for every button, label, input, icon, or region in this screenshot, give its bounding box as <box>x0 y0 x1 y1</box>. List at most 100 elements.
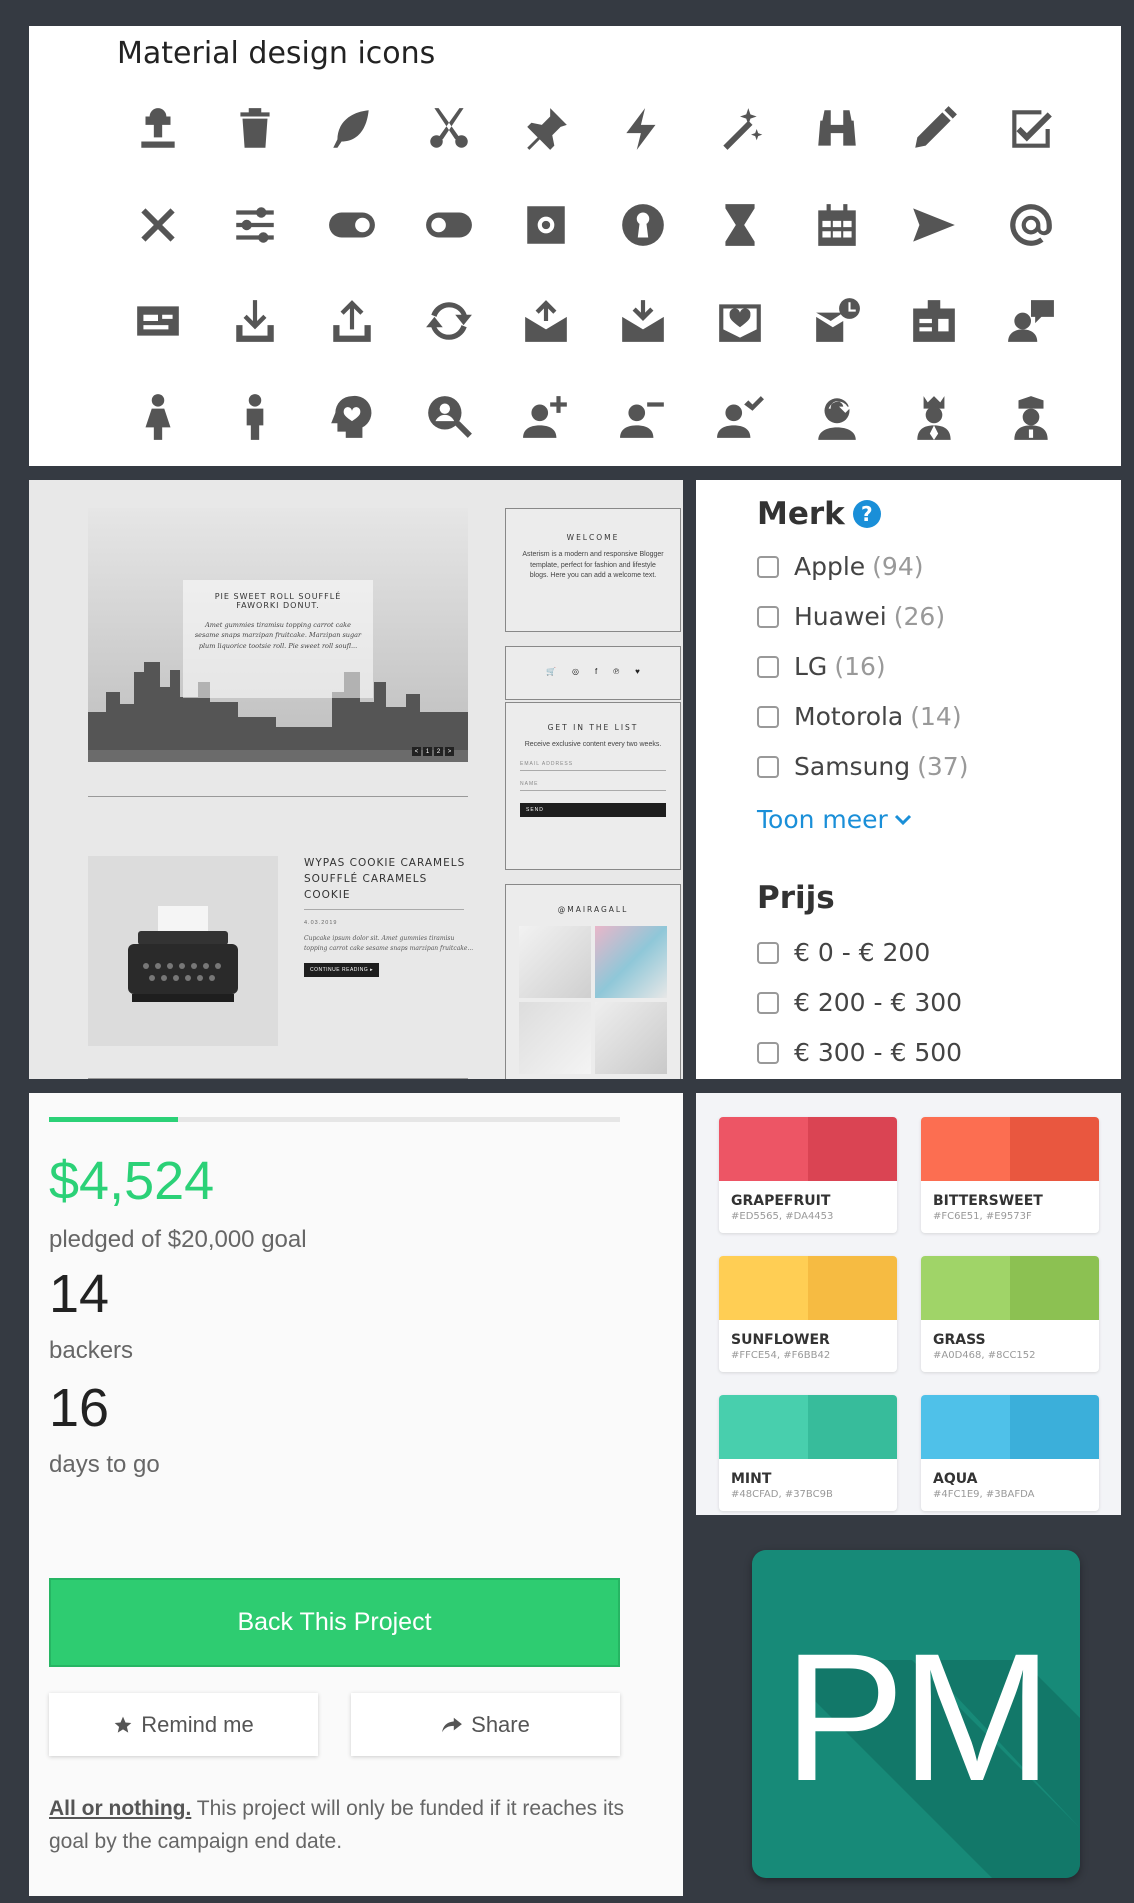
checkbox[interactable] <box>757 1041 779 1064</box>
typewriter-image[interactable] <box>88 856 278 1046</box>
icon-cell[interactable] <box>497 273 594 369</box>
icon-cell[interactable] <box>303 369 400 465</box>
icon-cell[interactable] <box>594 81 691 177</box>
price-range: € 0 - € 200 <box>794 938 931 967</box>
icon-cell[interactable] <box>788 177 885 273</box>
hero-excerpt: Amet gummies tiramisu topping carrot cak… <box>194 621 362 650</box>
instagram-photo[interactable] <box>519 1002 591 1074</box>
icon-cell[interactable] <box>982 81 1079 177</box>
icon-cell[interactable] <box>303 177 400 273</box>
icon-cell[interactable] <box>206 273 303 369</box>
swatch-grass[interactable]: GRASS #A0D468, #8CC152 <box>921 1256 1099 1372</box>
icon-cell[interactable] <box>400 81 497 177</box>
instagram-photo[interactable] <box>595 1002 667 1074</box>
checkbox[interactable] <box>757 941 779 964</box>
days-label: days to go <box>49 1451 160 1478</box>
swatch-grapefruit[interactable]: GRAPEFRUIT #ED5565, #DA4453 <box>719 1117 897 1233</box>
brand-option-lg[interactable]: LG (16) <box>757 652 886 681</box>
icon-cell[interactable] <box>109 81 206 177</box>
facebook-icon[interactable]: f <box>595 667 597 676</box>
icons-panel-title: Material design icons <box>117 36 436 71</box>
brand-option-huawei[interactable]: Huawei (26) <box>757 602 945 631</box>
checkbox[interactable] <box>757 605 779 628</box>
icon-cell[interactable] <box>594 273 691 369</box>
icon-cell[interactable] <box>400 273 497 369</box>
icon-cell[interactable] <box>982 177 1079 273</box>
icon-cell[interactable] <box>885 273 982 369</box>
remind-me-button[interactable]: Remind me <box>49 1693 318 1756</box>
icon-cell[interactable] <box>691 81 788 177</box>
icon-cell[interactable] <box>982 273 1079 369</box>
brand-option-apple[interactable]: Apple (94) <box>757 552 924 581</box>
icon-cell[interactable] <box>497 369 594 465</box>
icon-cell[interactable] <box>109 273 206 369</box>
swatch-light <box>719 1395 808 1459</box>
backers-label: backers <box>49 1337 134 1364</box>
icon-cell[interactable] <box>206 369 303 465</box>
swatch-dark <box>1010 1256 1099 1320</box>
cart-icon[interactable]: 🛒 <box>546 667 556 676</box>
icon-cell[interactable] <box>303 81 400 177</box>
brand-option-motorola[interactable]: Motorola (14) <box>757 702 962 731</box>
send-button[interactable]: SEND <box>520 802 666 817</box>
slider-prev[interactable]: < <box>412 747 421 756</box>
toggle-on-icon <box>328 212 375 238</box>
swatch-mint[interactable]: MINT #48CFAD, #37BC9B <box>719 1395 897 1511</box>
instagram-icon[interactable]: ◎ <box>572 667 579 676</box>
icon-cell[interactable] <box>594 177 691 273</box>
checkbox[interactable] <box>757 705 779 728</box>
back-project-button[interactable]: Back This Project <box>49 1578 620 1667</box>
checkbox[interactable] <box>757 991 779 1014</box>
continue-reading-button[interactable]: CONTINUE READING ▸ <box>304 963 380 978</box>
icon-cell[interactable] <box>206 177 303 273</box>
help-icon[interactable]: ? <box>852 500 881 528</box>
icon-cell[interactable] <box>497 177 594 273</box>
instagram-photo[interactable] <box>595 926 667 998</box>
icon-cell[interactable] <box>788 369 885 465</box>
icon-cell[interactable] <box>400 177 497 273</box>
icon-cell[interactable] <box>691 177 788 273</box>
email-field[interactable]: EMAIL ADDRESS <box>520 761 666 771</box>
slider-page[interactable]: 1 <box>423 747 432 756</box>
price-option[interactable]: € 200 - € 300 <box>757 988 962 1017</box>
icon-cell[interactable] <box>982 369 1079 465</box>
slider-next[interactable]: > <box>445 747 454 756</box>
instagram-photo[interactable] <box>519 926 591 998</box>
icon-cell[interactable] <box>885 177 982 273</box>
brand-option-samsung[interactable]: Samsung (37) <box>757 752 968 781</box>
icon-cell[interactable] <box>497 81 594 177</box>
icon-cell[interactable] <box>885 81 982 177</box>
icon-cell[interactable] <box>885 369 982 465</box>
name-field[interactable]: NAME <box>520 781 666 791</box>
icon-cell[interactable] <box>206 81 303 177</box>
checkbox[interactable] <box>757 555 779 578</box>
checkbox[interactable] <box>757 655 779 678</box>
icon-cell[interactable] <box>691 273 788 369</box>
icon-cell[interactable] <box>691 369 788 465</box>
hero-slide[interactable]: PIE SWEET ROLL SOUFFLÉ FAWORKI DONUT. Am… <box>88 508 468 762</box>
icon-cell[interactable] <box>594 369 691 465</box>
swatch-aqua[interactable]: AQUA #4FC1E9, #3BAFDA <box>921 1395 1099 1511</box>
hourglass-icon <box>724 204 755 246</box>
checkbox[interactable] <box>757 755 779 778</box>
backers-count: 14 <box>49 1264 110 1324</box>
share-button[interactable]: Share <box>351 1693 620 1756</box>
price-option[interactable]: € 300 - € 500 <box>757 1038 962 1067</box>
icon-cell[interactable] <box>400 369 497 465</box>
swatch-bittersweet[interactable]: BITTERSWEET #FC6E51, #E9573F <box>921 1117 1099 1233</box>
swatch-sunflower[interactable]: SUNFLOWER #FFCE54, #F6BB42 <box>719 1256 897 1372</box>
all-or-nothing-link[interactable]: All or nothing. <box>49 1797 191 1820</box>
icon-cell[interactable] <box>109 177 206 273</box>
icon-cell[interactable] <box>788 273 885 369</box>
heart-icon[interactable]: ♥ <box>635 667 640 676</box>
show-more-link[interactable]: Toon meer <box>757 805 912 834</box>
funding-progress-fill <box>49 1117 179 1122</box>
icon-cell[interactable] <box>303 273 400 369</box>
price-option[interactable]: € 0 - € 200 <box>757 938 930 967</box>
slider-page[interactable]: 2 <box>434 747 443 756</box>
pinterest-icon[interactable]: ℗ <box>613 667 619 676</box>
icon-cell[interactable] <box>788 81 885 177</box>
star-icon <box>114 1716 132 1733</box>
icon-cell[interactable] <box>109 369 206 465</box>
post-title[interactable]: WYPAS COOKIE CARAMELS SOUFFLÉ CARAMELS C… <box>304 856 474 903</box>
